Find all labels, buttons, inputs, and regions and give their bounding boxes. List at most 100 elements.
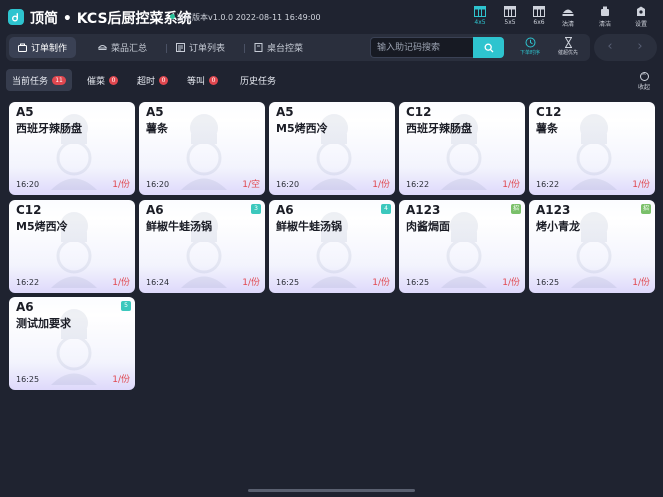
grid-5x5-icon [504,6,516,17]
home-indicator[interactable] [248,489,415,492]
order-time: 16:25 [276,278,300,287]
main-tab-bar: 订单制作 菜品汇总 订单列表 桌台控菜 下单时序 催超优先 [6,34,590,61]
dish-quantity: 1/份 [112,375,130,385]
search-button[interactable] [473,37,504,58]
count-badge: 0 [209,75,219,85]
next-page-button[interactable]: › [633,40,647,54]
table-number: A123 [536,203,571,217]
table-number: A6 [276,203,294,217]
sort-order-time-button[interactable]: 下单时序 [513,37,547,59]
grid-6x6-icon [533,6,545,17]
order-time: 16:25 [406,278,430,287]
settings-button[interactable]: 设置 [628,6,654,30]
layout-4x5-button[interactable]: 4x5 [467,6,493,30]
order-card[interactable]: A6 鲜椒牛蛙汤锅 16:25 1/份 4 [269,200,395,293]
dish-name: M5烤西冷 [276,122,328,135]
dish-quantity: 1/份 [372,180,390,190]
dish-quantity: 1/份 [112,278,130,288]
dish-quantity: 1/份 [112,180,130,190]
order-card[interactable]: A123 烤小青龙 16:25 1/份 招 [529,200,655,293]
item-tag-badge: 招 [511,204,521,214]
chevron-up-icon: ^ [639,72,649,81]
order-card[interactable]: C12 薯条 16:22 1/份 [529,102,655,195]
clean-icon [601,6,609,16]
order-card[interactable]: C12 西班牙辣肠盘 16:22 1/份 [399,102,525,195]
order-card[interactable]: A5 西班牙辣肠盘 16:20 1/份 [9,102,135,195]
dish-name: M5烤西冷 [16,220,68,233]
tab-dish-summary[interactable]: 菜品汇总 [98,37,147,58]
dish-name: 薯条 [536,122,558,135]
order-time: 16:25 [16,375,40,384]
tab-order-list[interactable]: 订单列表 [176,37,225,58]
table-number: A6 [146,203,164,217]
dish-name: 肉酱焗面 [406,220,450,233]
dish-quantity: 1/份 [242,278,260,288]
order-list-icon [176,43,185,52]
count-badge: 11 [52,75,67,85]
order-card[interactable]: A5 M5烤西冷 16:20 1/份 [269,102,395,195]
dish-quantity: 1/份 [502,278,520,288]
dish-quantity: 1/份 [632,180,650,190]
order-card[interactable]: A6 测试加要求 16:25 1/份 5 [9,297,135,390]
table-number: A5 [146,105,164,119]
order-card[interactable]: A6 鲜椒牛蛙汤锅 16:24 1/份 3 [139,200,265,293]
search-icon [484,43,493,52]
table-control-icon [254,43,263,52]
dish-quantity: 1/份 [632,278,650,288]
layout-6x6-button[interactable]: 6x6 [526,6,552,30]
table-number: C12 [406,105,432,119]
chevron-left-icon: ‹ [607,39,613,54]
app-version: 当前版本v1.0.0 2022-08-11 16:49:00 [176,13,321,22]
count-badge: 0 [109,75,119,85]
filter-history[interactable]: 历史任务 [234,69,282,91]
dish-name: 测试加要求 [16,317,71,330]
dish-quantity: 1/份 [372,278,390,288]
dish-name: 西班牙辣肠盘 [406,122,472,135]
hourglass-icon [564,37,572,48]
clean-button[interactable]: 清洁 [592,6,618,30]
table-number: A123 [406,203,441,217]
online-status-dot [170,14,175,19]
dish-name: 烤小青龙 [536,220,580,233]
chef-watermark-icon [571,114,617,190]
item-tag-badge: 招 [641,204,651,214]
search-input[interactable] [370,37,473,58]
timeout-priority-button[interactable]: 催超优先 [551,37,585,59]
order-time: 16:24 [146,278,170,287]
order-time: 16:20 [276,180,300,189]
layout-5x5-button[interactable]: 5x5 [497,6,523,30]
dish-quantity: 1/份 [502,180,520,190]
order-card[interactable]: C12 M5烤西冷 16:22 1/份 [9,200,135,293]
dish-name: 鲜椒牛蛙汤锅 [146,220,212,233]
dish-summary-icon [98,45,107,50]
order-time: 16:22 [16,278,40,287]
dish-name: 鲜椒牛蛙汤锅 [276,220,342,233]
collapse-button[interactable]: ^ 收起 [633,72,655,92]
order-card[interactable]: A123 肉酱焗面 16:25 1/份 招 [399,200,525,293]
table-number: C12 [16,203,42,217]
order-time: 16:22 [536,180,560,189]
table-number: A5 [276,105,294,119]
tab-order-make[interactable]: 订单制作 [9,37,77,58]
order-time: 16:20 [146,180,170,189]
filter-waiting[interactable]: 等叫 0 [181,69,224,91]
filter-timeout[interactable]: 超时 0 [131,69,174,91]
clock-icon [525,37,535,48]
table-number: C12 [536,105,562,119]
page-nav: ‹ › [594,34,657,61]
filter-current-tasks[interactable]: 当前任务 11 [6,69,73,91]
gear-icon [637,6,645,16]
dish-name: 薯条 [146,122,168,135]
order-time: 16:25 [536,278,560,287]
grid-4x5-icon [474,6,486,17]
table-number: A5 [16,105,34,119]
order-card[interactable]: A5 薯条 16:20 1/空 [139,102,265,195]
sold-out-button[interactable]: 沽清 [555,6,581,30]
filter-rush[interactable]: 催菜 0 [81,69,124,91]
chef-watermark-icon [181,114,227,190]
tab-divider [166,44,167,53]
app-logo-icon [8,9,24,25]
tab-table-control[interactable]: 桌台控菜 [254,37,303,58]
prev-page-button[interactable]: ‹ [603,40,617,54]
order-time: 16:22 [406,180,430,189]
